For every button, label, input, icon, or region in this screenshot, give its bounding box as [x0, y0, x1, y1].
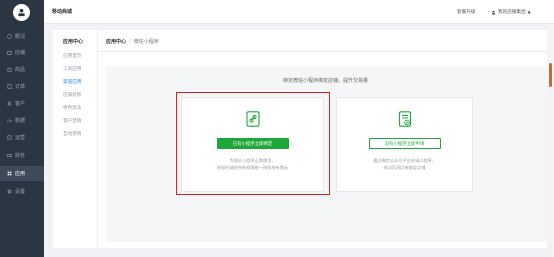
sub-nav-item[interactable]: 互动营销 — [63, 131, 81, 137]
sub-nav-item[interactable]: 应用首页 — [63, 53, 81, 59]
nav-label: 概况 — [15, 34, 26, 40]
settings-icon — [7, 189, 12, 194]
nav-item-customers[interactable]: 客户 — [0, 96, 44, 111]
sub-nav: 应用中心 应用首页 工具应用 渠道应用 店铺装修 特色玩法 客户营销 互动营销 — [53, 30, 97, 248]
top-bar: 移动商城 套餐升级 我的店铺集团 ▼ — [44, 0, 554, 24]
apply-card: 没有小程序立即申请 通过微信公众号平台申请小程序， 成功后再回来绑定店铺 — [336, 97, 473, 192]
user-name: 我的店铺集团 — [498, 10, 526, 15]
goods-icon — [7, 67, 12, 72]
bind-mini-program-button[interactable]: 已有小程序立即绑定 — [216, 138, 289, 149]
logo-icon[interactable] — [13, 4, 30, 21]
nav-label: 设置 — [15, 189, 26, 195]
bind-description-line-1: 为保证小程序正常使用， — [229, 158, 276, 163]
nav-label: 订单 — [15, 84, 26, 90]
nav-label: 商品 — [15, 67, 26, 73]
nav-label: 客户 — [15, 101, 26, 107]
divider — [98, 51, 548, 52]
bind-description-line-2: 授权时请把所有权限统一授权给有赞云 — [216, 165, 289, 170]
breadcrumb-root[interactable]: 应用中心 — [106, 38, 126, 45]
content-area — [106, 66, 547, 242]
order-icon — [7, 84, 12, 89]
sub-nav-item[interactable]: 特色玩法 — [63, 105, 81, 111]
nav-item-operation[interactable]: 运营 — [0, 130, 44, 145]
nav-label: 数据 — [15, 118, 26, 124]
user-icon — [491, 10, 496, 15]
nav-item-finance[interactable]: 财务 — [0, 148, 44, 163]
nav-item-apps[interactable]: 应用 — [0, 166, 44, 181]
nav-item-orders[interactable]: 订单 — [0, 79, 44, 94]
nav-label: 店铺 — [15, 50, 26, 56]
store-name: 移动商城 — [52, 9, 73, 15]
bind-card: 已有小程序立即绑定 为保证小程序正常使用， 授权时请把所有权限统一授权给有赞云 — [181, 97, 324, 192]
page-headline: 绑定微信小程序绑定店铺，提升交易量 — [282, 78, 368, 84]
nav-item-overview[interactable]: 概况 — [0, 29, 44, 44]
scrollbar-thumb[interactable] — [549, 63, 552, 87]
apply-description-line-1: 通过微信公众号平台申请小程序， — [373, 158, 436, 163]
data-icon — [7, 118, 12, 123]
chevron-down-icon: ▼ — [527, 9, 531, 15]
nav-label: 运营 — [15, 135, 26, 141]
sub-nav-item[interactable]: 工具应用 — [63, 66, 81, 72]
scrollbar-track[interactable] — [548, 24, 554, 257]
nav-label: 财务 — [15, 153, 26, 159]
user-menu[interactable]: 我的店铺集团 ▼ — [491, 9, 531, 15]
sub-nav-title: 应用中心 — [63, 39, 84, 45]
customer-icon — [7, 101, 12, 106]
main-nav: 概况 店铺 商品 订单 客户 数据 运营 财务 应用 设置 — [0, 0, 44, 257]
sub-nav-item[interactable]: 客户营销 — [63, 118, 81, 124]
sub-nav-item[interactable]: 店铺装修 — [63, 92, 81, 98]
sub-nav-item-active[interactable]: 渠道应用 — [63, 79, 81, 85]
dashboard-icon — [7, 34, 12, 39]
breadcrumb: 应用中心 / 微信小程序 — [106, 38, 159, 46]
apply-description-line-2: 成功后再回来绑定店铺 — [383, 165, 426, 170]
breadcrumb-separator: / — [129, 38, 131, 45]
phone-link-icon — [245, 111, 260, 127]
apply-mini-program-button[interactable]: 没有小程序立即申请 — [368, 138, 441, 149]
nav-item-store[interactable]: 店铺 — [0, 45, 44, 60]
document-check-icon — [398, 111, 412, 127]
finance-icon — [7, 153, 12, 158]
nav-item-settings[interactable]: 设置 — [0, 184, 44, 199]
nav-item-goods[interactable]: 商品 — [0, 62, 44, 77]
upgrade-link[interactable]: 套餐升级 — [457, 9, 475, 15]
breadcrumb-current: 微信小程序 — [133, 39, 159, 45]
nav-item-data[interactable]: 数据 — [0, 113, 44, 128]
store-icon — [7, 50, 12, 55]
app-icon — [7, 171, 12, 176]
nav-label: 应用 — [15, 171, 26, 177]
operation-icon — [7, 135, 12, 140]
